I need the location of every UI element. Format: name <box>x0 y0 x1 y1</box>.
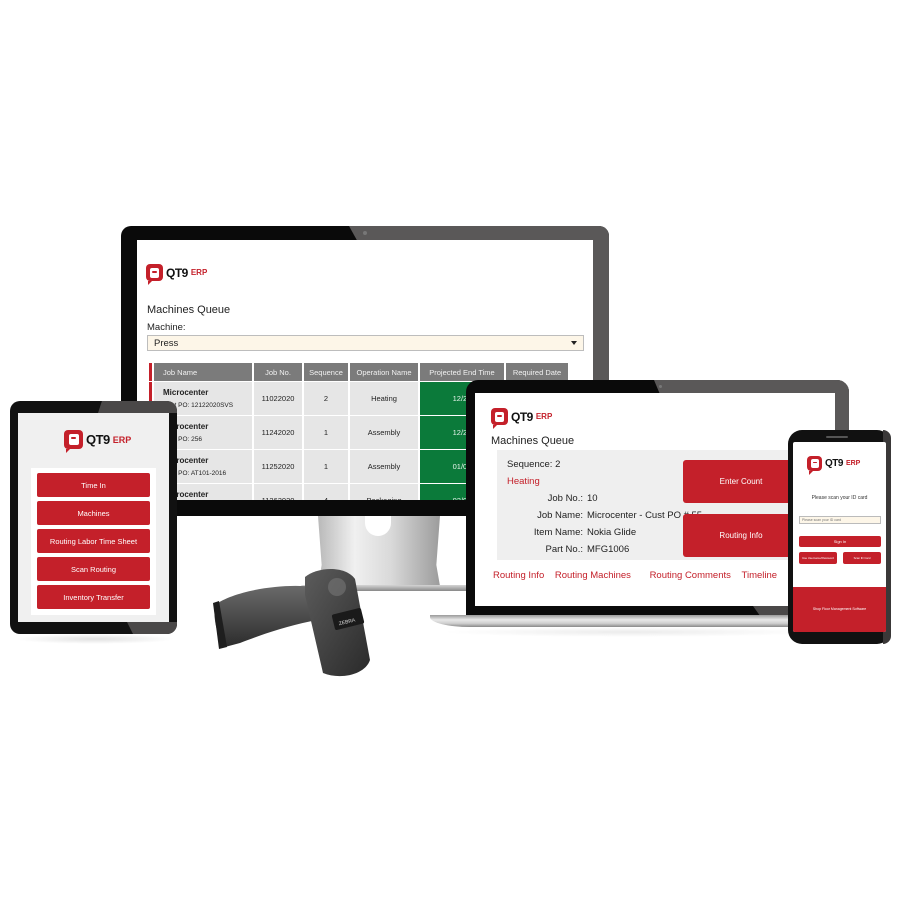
job-no-cell: 11262020 <box>254 484 302 500</box>
machine-select[interactable]: Press <box>147 335 584 351</box>
sequence-cell: 1 <box>304 416 348 449</box>
qt9-logo: QT9 ERP <box>491 408 553 429</box>
tab-timeline[interactable]: Timeline <box>742 570 778 581</box>
field-label: Item Name: <box>533 527 583 538</box>
column-header-sequence[interactable]: Sequence <box>304 363 348 381</box>
job-no-cell: 11022020 <box>254 382 302 415</box>
scan-id-card-button[interactable]: Scan ID Card <box>843 552 881 564</box>
table-header-row: Job Name Job No. Sequence Operation Name… <box>149 363 568 381</box>
column-header-operation-name[interactable]: Operation Name <box>350 363 418 381</box>
logo-suffix: ERP <box>535 412 553 421</box>
qt9-logo: QT9 ERP <box>64 430 132 453</box>
job-name-row: Job Name: Microcenter - Cust PO # 55 <box>507 507 702 524</box>
job-info: Sequence: 2 Heating Job No.: 10 Job Name:… <box>507 456 702 558</box>
column-header-job-name[interactable]: Job Name <box>154 363 252 381</box>
enter-count-button[interactable]: Enter Count <box>683 460 799 503</box>
tablet-screen: QT9 ERP Time In Machines Routing Labor T… <box>18 413 169 622</box>
field-value: 10 <box>587 493 598 504</box>
routing-labor-time-sheet-button[interactable]: Routing Labor Time Sheet <box>37 529 150 553</box>
laptop-camera <box>659 385 662 388</box>
job-name: Microcenter <box>163 388 209 397</box>
tablet-menu: Time In Machines Routing Labor Time Shee… <box>31 468 156 615</box>
logo-text: QT9 <box>825 458 843 469</box>
detail-tabs: Routing Info Routing Machines Routing Co… <box>493 570 777 581</box>
use-username-password-button[interactable]: Use Username/Password <box>799 552 837 564</box>
sequence-text: Sequence: 2 <box>507 459 561 470</box>
scanner-handle <box>214 585 317 647</box>
phone-speaker <box>826 436 848 438</box>
scan-prompt: Please scan your ID card <box>811 495 868 501</box>
laptop-screen: QT9 ERP Machines Queue Sequence: 2 Heati… <box>475 393 835 606</box>
machine-label: Machine: <box>147 322 186 333</box>
sequence-cell: 2 <box>304 382 348 415</box>
page-title: Machines Queue <box>147 304 231 316</box>
part-no-row: Part No.: MFG1006 <box>507 541 702 558</box>
qt9-robot-icon <box>64 430 83 453</box>
tablet-glare <box>98 401 177 413</box>
monitor-camera <box>363 231 367 235</box>
item-name-row: Item Name: Nokia Glide <box>507 524 702 541</box>
app-footer: Shop Floor Management Software <box>793 587 886 632</box>
scan-routing-button[interactable]: Scan Routing <box>37 557 150 581</box>
job-no-cell: 11242020 <box>254 416 302 449</box>
job-no-row: Job No.: 10 <box>507 490 702 507</box>
field-value: MFG1006 <box>587 544 630 555</box>
operation-cell: Heating <box>350 382 418 415</box>
qt9-robot-icon <box>146 264 163 285</box>
laptop-shadow <box>440 627 820 637</box>
tab-routing-comments[interactable]: Routing Comments <box>650 570 731 581</box>
tablet-device: QT9 ERP Time In Machines Routing Labor T… <box>10 401 177 634</box>
page-title: Machines Queue <box>491 435 575 447</box>
chevron-down-icon <box>571 341 577 345</box>
machines-button[interactable]: Machines <box>37 501 150 525</box>
column-header-required-date[interactable]: Required Date <box>506 363 568 381</box>
qt9-logo: QT9 ERP <box>146 264 208 285</box>
tab-routing-machines[interactable]: Routing Machines <box>555 570 631 581</box>
tablet-shadow <box>15 634 175 644</box>
inventory-transfer-button[interactable]: Inventory Transfer <box>37 585 150 609</box>
sequence-cell: 4 <box>304 484 348 500</box>
logo-suffix: ERP <box>190 268 208 277</box>
job-no-cell: 11252020 <box>254 450 302 483</box>
tablet-glare-bottom <box>127 622 177 634</box>
sequence-cell: 1 <box>304 450 348 483</box>
column-header-job-no[interactable]: Job No. <box>254 363 302 381</box>
barcode-scanner: ZEBRA <box>213 569 370 677</box>
operation-cell: Assembly <box>350 450 418 483</box>
logo-suffix: ERP <box>845 460 861 467</box>
id-card-input[interactable] <box>799 516 881 524</box>
operation-cell: Packaging <box>350 484 418 500</box>
logo-text: QT9 <box>86 432 110 447</box>
qt9-logo: QT9 ERP <box>807 456 861 475</box>
sign-in-button[interactable]: Sign In <box>799 536 881 547</box>
logo-suffix: ERP <box>112 434 132 445</box>
laptop-top-glare <box>654 380 849 394</box>
phone-screen: QT9 ERP Please scan your ID card Sign In… <box>793 442 886 632</box>
logo-text: QT9 <box>511 409 533 424</box>
row-flag <box>149 363 152 381</box>
time-in-button[interactable]: Time In <box>37 473 150 497</box>
machine-select-value: Press <box>154 338 179 349</box>
operation-cell: Assembly <box>350 416 418 449</box>
qt9-robot-icon <box>807 456 822 475</box>
logo-text: QT9 <box>166 265 188 280</box>
laptop-base <box>430 615 840 627</box>
tab-routing-info[interactable]: Routing Info <box>493 570 544 581</box>
field-label: Part No.: <box>545 544 584 555</box>
phone-device: QT9 ERP Please scan your ID card Sign In… <box>788 430 891 644</box>
qt9-robot-icon <box>491 408 508 429</box>
column-header-projected-end-time[interactable]: Projected End Time <box>420 363 504 381</box>
monitor-top-glare <box>349 226 609 240</box>
field-label: Job No.: <box>547 493 583 504</box>
operation-name: Heating <box>507 476 540 487</box>
field-value: Nokia Glide <box>587 527 637 538</box>
routing-info-button[interactable]: Routing Info <box>683 514 799 557</box>
field-label: Job Name: <box>537 510 583 521</box>
